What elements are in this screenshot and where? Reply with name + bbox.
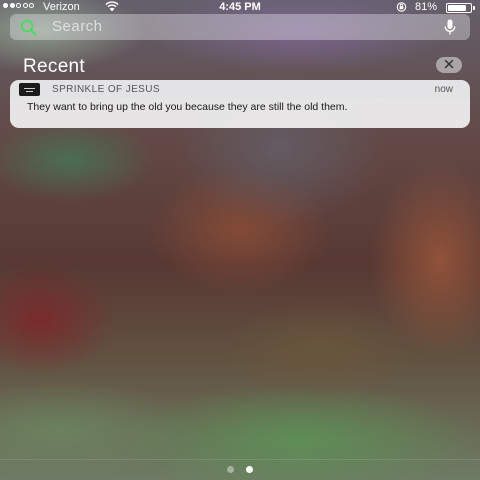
dock-divider [0,459,480,460]
page-indicator[interactable] [0,466,480,473]
microphone-icon[interactable] [444,19,456,41]
battery-level-fill [448,5,466,11]
battery-icon [446,3,472,13]
notification-time: now [434,84,453,95]
search-bar[interactable]: Search [10,14,470,40]
recent-section-title: Recent [23,56,86,77]
notification-center-screen: Verizon 4:45 PM 81% Search Recent SPRINK… [0,0,480,480]
page-dot-active[interactable] [246,466,253,473]
app-icon-detail [26,91,33,92]
clock: 4:45 PM [219,1,261,13]
app-icon-detail [24,88,35,89]
notification-app-name: SPRINKLE OF JESUS [52,84,160,95]
battery-tip [473,6,475,10]
notification-card[interactable]: SPRINKLE OF JESUS now They want to bring… [10,80,470,128]
clear-notifications-button[interactable] [436,57,462,73]
close-icon [444,56,454,74]
page-dot[interactable] [227,466,234,473]
status-bar: Verizon 4:45 PM 81% [0,0,480,14]
app-icon [19,83,40,96]
notification-header: SPRINKLE OF JESUS now [10,80,470,99]
search-placeholder[interactable]: Search [52,14,103,40]
notification-message: They want to bring up the old you becaus… [27,101,348,113]
search-icon [20,19,37,41]
battery-percentage: 81% [415,1,438,13]
